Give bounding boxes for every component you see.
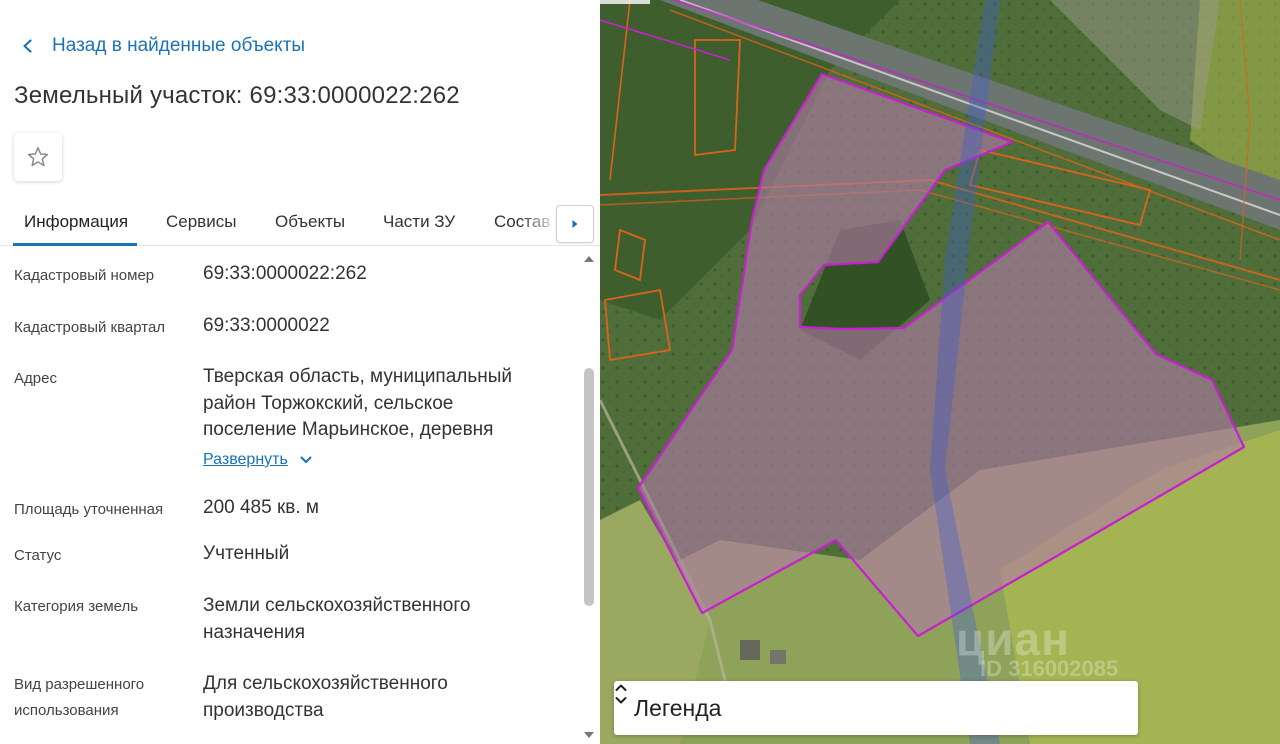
scroll-down-arrow[interactable] <box>584 732 594 738</box>
scroll-up-arrow[interactable] <box>584 256 594 262</box>
favorite-button[interactable] <box>14 133 62 181</box>
watermark-id: ID 316002085 <box>980 656 1119 681</box>
area-value: 200 485 кв. м <box>203 497 319 518</box>
page-title: Земельный участок: 69:33:0000022:262 <box>14 82 460 109</box>
tabs-fade <box>520 199 560 245</box>
back-link-label: Назад в найденные объекты <box>52 35 306 56</box>
back-to-results-link[interactable]: Назад в найденные объекты <box>20 34 305 58</box>
permitted-use-value: Для сельскохозяйственного производства <box>203 673 448 721</box>
tab-land-parts[interactable]: Части ЗУ <box>383 212 455 232</box>
tab-objects[interactable]: Объекты <box>275 212 345 232</box>
legend-label: Легенда <box>634 694 722 721</box>
chevron-left-icon <box>23 39 32 53</box>
cadastral-number-label: Кадастровый номер <box>14 267 155 284</box>
info-list: Кадастровый номер 69:33:0000022:262 Када… <box>0 247 580 744</box>
tab-information[interactable]: Информация <box>24 212 128 232</box>
object-info-panel: Назад в найденные объекты Земельный учас… <box>0 0 600 744</box>
address-value: Тверская область, муниципальный район То… <box>203 366 513 440</box>
cadastral-quarter-label: Кадастровый квартал <box>14 319 166 336</box>
land-category-value: Земли сельскохозяйственного назначения <box>203 595 471 643</box>
map-view[interactable]: циан ID 316002085 Легенда <box>600 0 1280 744</box>
expand-address-link[interactable]: Развернуть <box>203 451 312 469</box>
land-category-label: Категория земель <box>14 598 139 615</box>
area-label: Площадь уточненная <box>14 501 164 518</box>
satellite-map <box>600 0 1280 744</box>
chevron-down-icon <box>300 456 312 463</box>
permitted-use-label: Вид разрешенного использования <box>14 676 145 719</box>
cadastral-quarter-value: 69:33:0000022 <box>203 315 330 336</box>
address-label: Адрес <box>14 370 57 387</box>
cadastral-number-value: 69:33:0000022:262 <box>203 263 367 284</box>
legend-dropdown[interactable]: Легенда <box>614 681 1138 735</box>
status-label: Статус <box>14 547 62 564</box>
tab-bar: Информация Сервисы Объекты Части ЗУ Сост… <box>0 199 600 246</box>
active-tab-indicator <box>13 243 137 246</box>
star-icon <box>27 147 49 167</box>
tabs-scroll-right-button[interactable] <box>556 205 594 243</box>
tab-services[interactable]: Сервисы <box>166 212 236 232</box>
sort-arrows-icon <box>615 684 627 704</box>
scrollbar-thumb[interactable] <box>584 368 594 606</box>
caret-right-icon <box>572 220 578 228</box>
status-value: Учтенный <box>203 543 290 564</box>
expand-label: Развернуть <box>203 451 288 468</box>
